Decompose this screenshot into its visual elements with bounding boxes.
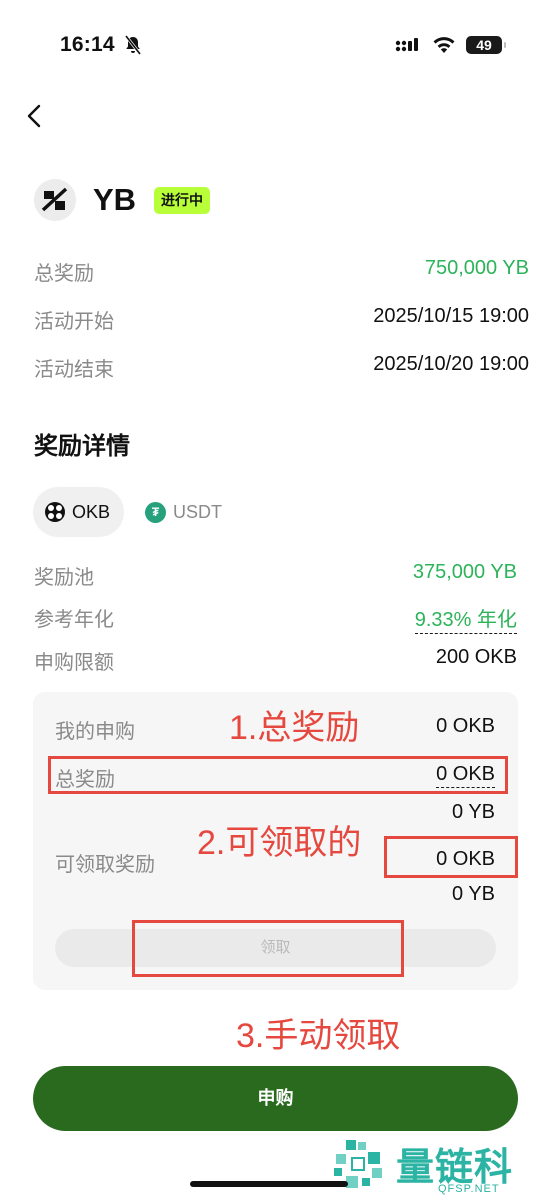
annotation-box-total-reward	[48, 756, 508, 794]
reward-pool-value: 375,000 YB	[412, 561, 517, 583]
tab-usdt[interactable]: ₮ USDT	[145, 487, 222, 537]
subscription-limit-label: 申购限额	[34, 652, 114, 674]
reward-pool-label: 奖励池	[34, 567, 94, 589]
card-total-reward-yb: 0 YB	[452, 801, 495, 823]
back-chevron-icon[interactable]	[24, 102, 46, 130]
annotation-box-claimable	[384, 836, 518, 878]
apr-value[interactable]: 9.33% 年化	[414, 603, 517, 634]
claimable-reward-yb: 0 YB	[452, 883, 495, 905]
subscribe-button[interactable]: 申购	[33, 1066, 518, 1131]
wifi-icon	[433, 37, 455, 53]
end-time-label: 活动结束	[34, 359, 114, 381]
yb-token-logo	[34, 179, 76, 221]
battery-indicator: 49	[466, 36, 506, 54]
my-subscription-label: 我的申购	[55, 721, 135, 743]
status-time: 16:14	[60, 33, 115, 56]
home-indicator	[190, 1181, 348, 1187]
annotation-box-claim	[132, 920, 404, 977]
bell-muted-icon	[124, 35, 142, 55]
my-subscription-value: 0 OKB	[436, 715, 495, 737]
tab-okb[interactable]: OKB	[33, 487, 124, 537]
status-badge: 进行中	[154, 187, 210, 214]
apr-label: 参考年化	[34, 609, 114, 631]
watermark-subtitle: QFSP.NET	[438, 1183, 500, 1195]
subscription-limit-value: 200 OKB	[435, 646, 517, 668]
tab-okb-label: OKB	[72, 501, 111, 522]
usdt-coin-icon: ₮	[145, 501, 166, 523]
okb-coin-icon	[45, 502, 65, 522]
annotation-3: 3.手动领取	[236, 1017, 401, 1055]
start-time-value: 2025/10/15 19:00	[373, 305, 529, 327]
total-reward-value: 750,000 YB	[424, 257, 529, 279]
end-time-value: 2025/10/20 19:00	[373, 353, 529, 375]
cellular-signal-icon	[395, 38, 418, 52]
total-reward-label: 总奖励	[34, 263, 94, 285]
annotation-2: 2.可领取的	[197, 824, 362, 862]
annotation-1: 1.总奖励	[229, 709, 360, 747]
token-name: YB	[93, 182, 137, 217]
start-time-label: 活动开始	[34, 311, 114, 333]
claimable-reward-label: 可领取奖励	[55, 854, 155, 876]
tab-usdt-label: USDT	[173, 501, 222, 522]
reward-details-title: 奖励详情	[34, 433, 130, 460]
